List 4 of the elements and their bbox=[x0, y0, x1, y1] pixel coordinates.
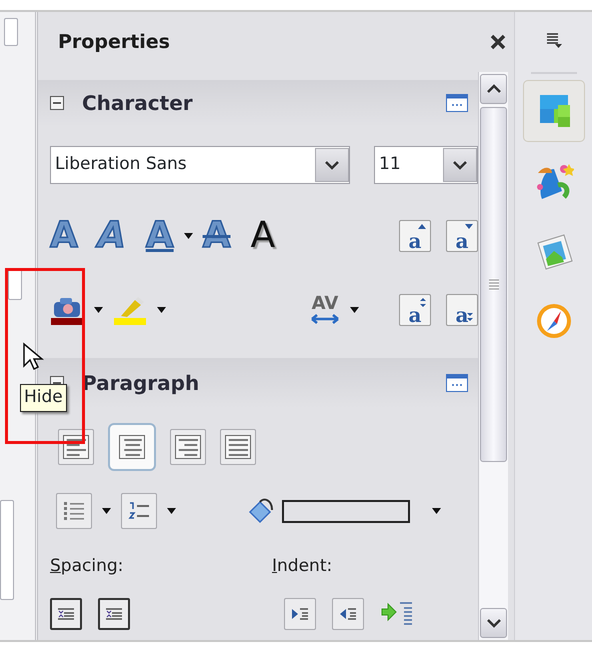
spacing-label: Spacing: bbox=[50, 555, 124, 578]
tooltip: Hide bbox=[20, 384, 67, 412]
indent-label: Indent: bbox=[272, 555, 332, 578]
panel-title: Properties bbox=[58, 30, 170, 55]
